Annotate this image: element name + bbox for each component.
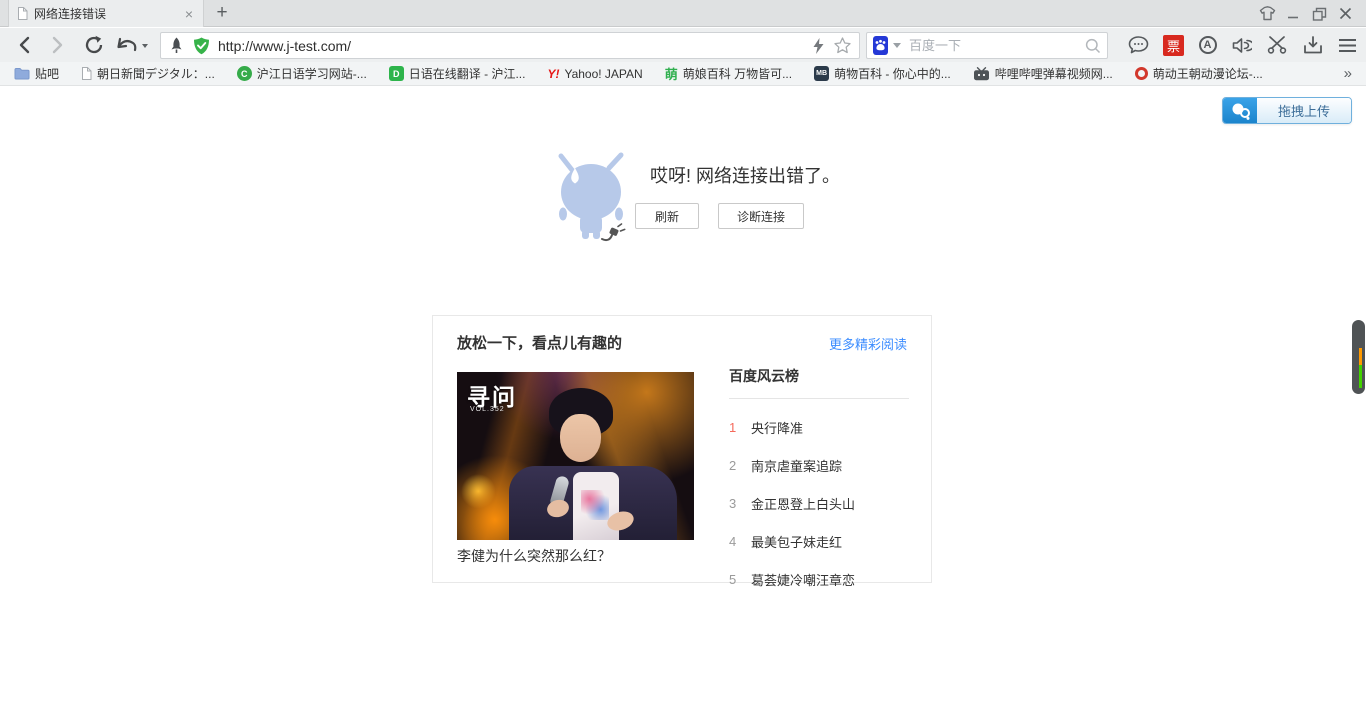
- menu-hamburger-icon[interactable]: [1334, 32, 1361, 58]
- folder-icon: [14, 67, 30, 80]
- trending-item: 1 央行降准: [729, 418, 909, 437]
- restore-button[interactable]: [1306, 0, 1332, 27]
- back-button[interactable]: [10, 32, 38, 58]
- titlebar: 网络连接错误 × +: [0, 0, 1366, 27]
- article-caption-link[interactable]: 李健为什么突然那么红？: [457, 546, 611, 566]
- hujiang-icon: C: [236, 66, 252, 81]
- upload-cloud-icon: [1223, 98, 1257, 123]
- bookmarks-bar: 贴吧 朝日新聞デジタル：... C 沪江日语学习网站-... D 日语在线翻译 …: [0, 62, 1366, 86]
- scrollbar-speed-stripe: [1359, 348, 1362, 388]
- tab-network-error[interactable]: 网络连接错误 ×: [8, 0, 204, 27]
- minimize-button[interactable]: [1280, 0, 1306, 27]
- search-magnifier-icon[interactable]: [1085, 38, 1101, 54]
- bookmark-item-yahoo[interactable]: Y! Yahoo! JAPAN: [547, 66, 642, 81]
- trending-item: 3 金正恩登上白头山: [729, 494, 909, 513]
- trending-item: 4 最美包子妹走红: [729, 532, 909, 551]
- error-heading: 哎呀! 网络连接出错了。: [650, 166, 841, 186]
- screenshot-scissors-icon[interactable]: [1263, 32, 1290, 58]
- page-icon: [17, 7, 28, 20]
- robot-mascot-icon: [552, 151, 630, 243]
- bookmark-item-dict[interactable]: D 日语在线翻译 - 沪江...: [388, 65, 525, 82]
- lightning-icon[interactable]: [813, 37, 824, 54]
- trending-link[interactable]: 葛荟婕冷嘲汪章恋: [751, 570, 855, 589]
- bookmark-item-mengdong[interactable]: 萌动王朝动漫论坛-...: [1134, 65, 1263, 82]
- tab-title: 网络连接错误: [34, 7, 107, 21]
- more-reading-link[interactable]: 更多精彩阅读: [829, 334, 907, 353]
- bookmark-item-hujiang[interactable]: C 沪江日语学习网站-...: [236, 65, 367, 82]
- trending-rank: 4: [729, 534, 737, 549]
- security-shield-icon[interactable]: [193, 37, 210, 55]
- trending-rank: 5: [729, 572, 737, 587]
- close-button[interactable]: [1332, 0, 1358, 27]
- bookmark-item-mengwu[interactable]: MB 萌物百科 - 你心中的...: [814, 65, 951, 82]
- bookmark-item-moegirl[interactable]: 萌 萌娘百科 万物皆可...: [665, 65, 792, 82]
- trending-item: 5 葛荟婕冷嘲汪章恋: [729, 570, 909, 589]
- feedback-chat-icon[interactable]: [1125, 32, 1152, 58]
- ticket-icon[interactable]: 票: [1160, 32, 1187, 58]
- download-icon[interactable]: [1299, 32, 1326, 58]
- mengdong-icon: [1134, 67, 1148, 80]
- bookmarks-overflow-icon[interactable]: »: [1344, 65, 1352, 82]
- search-box[interactable]: [866, 32, 1108, 59]
- trending-link[interactable]: 最美包子妹走红: [751, 532, 842, 551]
- bilibili-icon: [973, 66, 990, 81]
- trending-rank: 3: [729, 496, 737, 511]
- fun-content-card: 放松一下，看点儿有趣的 更多精彩阅读 寻问 VOL.352 李健为什么突然那么红…: [432, 315, 932, 588]
- undo-button[interactable]: [114, 32, 150, 58]
- refresh-button[interactable]: [80, 32, 108, 58]
- trending-link[interactable]: 南京虐童案追踪: [751, 456, 842, 475]
- refresh-page-button[interactable]: 刷新: [635, 203, 699, 229]
- trending-panel: 百度风云榜 1 央行降准 2 南京虐童案追踪 3 金正恩登上白头山 4 最美包子…: [729, 366, 909, 589]
- search-input[interactable]: [909, 38, 1085, 53]
- card-title: 放松一下，看点儿有趣的: [457, 335, 623, 352]
- bookmark-item-asahi[interactable]: 朝日新聞デジタル：...: [81, 65, 215, 82]
- baidu-paw-icon[interactable]: [873, 36, 888, 55]
- mengwu-icon: MB: [814, 66, 830, 81]
- bookmark-star-icon[interactable]: [834, 37, 851, 54]
- article-image[interactable]: 寻问 VOL.352: [457, 372, 694, 540]
- tab-close-icon[interactable]: ×: [183, 6, 195, 22]
- bookmark-item-bilibili[interactable]: 哔哩哔哩弹幕视频网...: [973, 65, 1113, 82]
- trending-title: 百度风云榜: [729, 366, 909, 399]
- image-volume-text: VOL.352: [470, 406, 505, 413]
- trending-item: 2 南京虐童案追踪: [729, 456, 909, 475]
- forward-button[interactable]: [44, 32, 72, 58]
- dict-icon: D: [388, 66, 404, 81]
- reader-rocket-icon[interactable]: [169, 37, 184, 54]
- url-input[interactable]: [218, 37, 813, 54]
- trending-link[interactable]: 金正恩登上白头山: [751, 494, 855, 513]
- trending-rank: 1: [729, 420, 737, 435]
- theme-skin-icon[interactable]: [1254, 0, 1280, 27]
- speaker-icon[interactable]: [1228, 32, 1255, 58]
- window-controls: [1254, 0, 1358, 27]
- figure-face: [560, 414, 601, 462]
- moegirl-icon: 萌: [664, 67, 678, 82]
- reader-mode-icon[interactable]: A: [1194, 32, 1221, 58]
- scrollbar-thumb[interactable]: [1352, 320, 1365, 394]
- trending-rank: 2: [729, 458, 737, 473]
- new-tab-button[interactable]: +: [206, 0, 238, 27]
- diagnose-connection-button[interactable]: 诊断连接: [718, 203, 804, 229]
- address-bar[interactable]: [160, 32, 860, 59]
- yahoo-icon: Y!: [547, 66, 560, 81]
- bookmark-item-tieba[interactable]: 贴吧: [14, 65, 59, 82]
- figure-shirt-print: [581, 490, 609, 520]
- page-icon: [81, 67, 92, 80]
- drag-upload-button[interactable]: 拖拽上传: [1222, 97, 1352, 124]
- trending-link[interactable]: 央行降准: [751, 418, 803, 437]
- search-engine-caret-icon[interactable]: [893, 43, 901, 48]
- toolbar: 票 A: [0, 28, 1366, 62]
